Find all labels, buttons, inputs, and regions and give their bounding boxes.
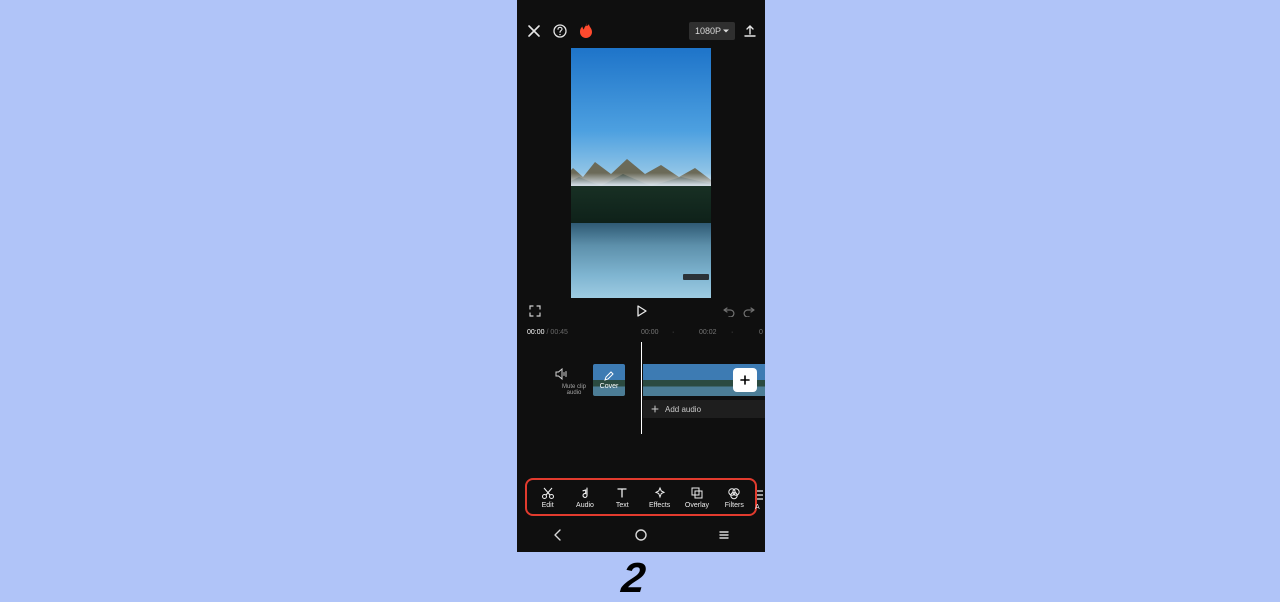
- timeline-tick: 00:00: [641, 329, 659, 336]
- preview-controls: [517, 300, 765, 322]
- add-audio-button[interactable]: Add audio: [643, 400, 765, 418]
- partial-icon: [755, 488, 763, 502]
- sparkle-icon: [653, 486, 667, 500]
- redo-icon[interactable]: [743, 305, 755, 317]
- nav-home-icon[interactable]: [634, 528, 648, 542]
- android-nav-bar: [517, 524, 765, 546]
- step-number: 2: [619, 554, 646, 602]
- music-note-icon: [578, 486, 592, 500]
- cover-button[interactable]: Cover: [593, 364, 625, 396]
- scissors-icon: [541, 486, 555, 500]
- current-time: 00:00: [527, 329, 545, 336]
- tool-text[interactable]: Text: [605, 486, 639, 509]
- resolution-label: 1080P: [695, 26, 721, 36]
- speaker-mute-icon: [555, 368, 569, 380]
- timeline-tick: 00:02: [699, 329, 717, 336]
- preview-area: [517, 48, 765, 298]
- mute-label: Mute clip audio: [555, 384, 593, 396]
- tool-label: Overlay: [685, 502, 709, 509]
- overlay-icon: [690, 486, 704, 500]
- top-bar: 1080P: [517, 18, 765, 44]
- duration-time: / 00:45: [547, 329, 568, 336]
- tool-label: Filters: [725, 502, 744, 509]
- time-row: 00:00 / 00:45 00:00 · 00:02 · 0: [517, 326, 765, 338]
- plus-icon: [739, 374, 751, 386]
- cover-label: Cover: [600, 383, 619, 390]
- tool-audio[interactable]: Audio: [568, 486, 602, 509]
- timeline-tick-dot: ·: [731, 329, 733, 336]
- pencil-icon: [604, 371, 614, 381]
- timeline-tick-partial: 0: [759, 329, 763, 336]
- nav-recent-icon[interactable]: [717, 528, 731, 542]
- tool-label: Text: [616, 502, 629, 509]
- filters-icon: [727, 486, 741, 500]
- tool-effects[interactable]: Effects: [643, 486, 677, 509]
- play-icon[interactable]: [635, 305, 647, 317]
- plus-icon: [651, 405, 659, 413]
- timeline-tick-dot: ·: [672, 329, 674, 336]
- tool-peek[interactable]: A: [755, 482, 765, 516]
- fullscreen-icon[interactable]: [529, 305, 541, 317]
- mute-clip-audio-button[interactable]: Mute clip audio: [555, 368, 593, 396]
- nav-back-icon[interactable]: [551, 528, 565, 542]
- tool-filters[interactable]: Filters: [717, 486, 751, 509]
- tool-label: Edit: [542, 502, 554, 509]
- add-clip-button[interactable]: [733, 368, 757, 392]
- video-editor-screen: 1080P: [517, 0, 765, 552]
- video-preview[interactable]: [571, 48, 711, 298]
- tool-edit[interactable]: Edit: [531, 486, 565, 509]
- flame-icon[interactable]: [579, 23, 593, 39]
- tool-label: A: [755, 504, 760, 511]
- undo-icon[interactable]: [723, 305, 735, 317]
- text-icon: [615, 486, 629, 500]
- close-icon[interactable]: [527, 24, 541, 38]
- playhead[interactable]: [641, 342, 642, 434]
- tool-label: Audio: [576, 502, 594, 509]
- tool-overlay[interactable]: Overlay: [680, 486, 714, 509]
- export-icon[interactable]: [743, 24, 757, 38]
- chevron-down-icon: [723, 28, 729, 34]
- timeline[interactable]: Mute clip audio Cover Add audio: [517, 338, 765, 434]
- add-audio-label: Add audio: [665, 405, 701, 414]
- tool-label: Effects: [649, 502, 670, 509]
- resolution-button[interactable]: 1080P: [689, 22, 735, 40]
- bottom-toolbar-highlight: Edit Audio Text Effects Overlay Filters: [525, 478, 757, 516]
- help-icon[interactable]: [553, 24, 567, 38]
